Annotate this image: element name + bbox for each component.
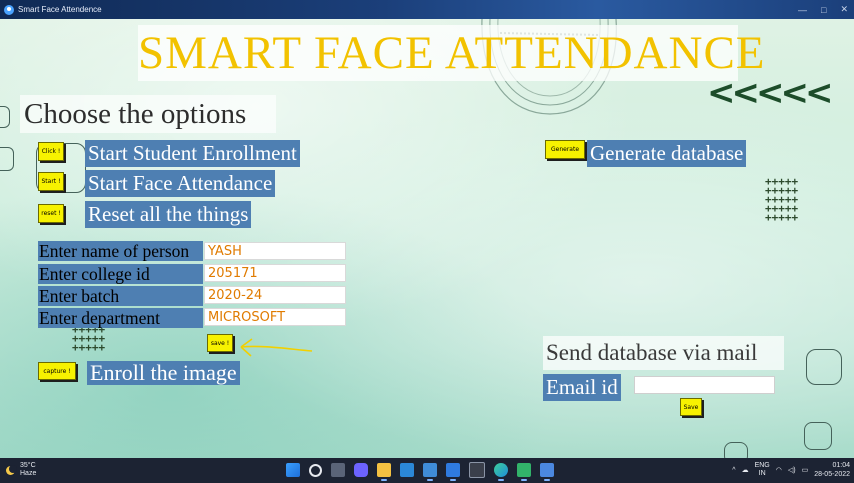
deco-box bbox=[0, 106, 10, 128]
department-input[interactable]: MICROSOFT bbox=[204, 308, 346, 326]
app-icon[interactable] bbox=[540, 463, 554, 481]
email-id-label: Email id bbox=[543, 374, 621, 401]
chevrons-decoration: <<<<< bbox=[707, 73, 833, 113]
deco-box bbox=[804, 422, 832, 450]
calendar-icon[interactable] bbox=[400, 463, 414, 477]
college-id-field-label: Enter college id bbox=[38, 264, 203, 284]
click-button[interactable]: Click ! bbox=[38, 142, 64, 161]
maximize-button[interactable]: □ bbox=[821, 5, 826, 15]
region-code: IN bbox=[758, 470, 766, 477]
yellow-arrow-annotation bbox=[240, 338, 313, 357]
weather-temp: 35°C bbox=[20, 462, 36, 469]
cloud-icon: ☁ bbox=[741, 467, 749, 474]
battery-icon[interactable]: ▭ bbox=[802, 466, 809, 474]
file-explorer-icon[interactable] bbox=[377, 463, 391, 481]
batch-field-label: Enter batch bbox=[38, 286, 203, 306]
start-attendance-label: Start Face Attendance bbox=[85, 170, 276, 197]
generate-button[interactable]: Generate bbox=[545, 140, 585, 159]
minimize-button[interactable]: — bbox=[798, 5, 807, 15]
app-title: SMART FACE ATTENDANCE bbox=[138, 25, 766, 81]
chevron-up-icon[interactable]: ^ bbox=[732, 467, 735, 474]
reset-button[interactable]: reset ! bbox=[38, 204, 64, 223]
clock[interactable]: 01:04 28-05-2022 bbox=[814, 461, 850, 479]
options-heading: Choose the options bbox=[20, 95, 276, 133]
department-field-label: Enter department bbox=[38, 308, 203, 328]
chat-icon[interactable] bbox=[354, 463, 368, 477]
send-mail-heading: Send database via mail bbox=[543, 336, 784, 370]
wifi-icon[interactable]: ◠ bbox=[776, 466, 782, 474]
generate-database-label: Generate database bbox=[587, 140, 747, 167]
taskbar: 35°C Haze ^ ☁ ENG IN ◠ ◁) ▭ 01:04 28-05-… bbox=[0, 458, 854, 483]
clock-time: 01:04 bbox=[832, 462, 850, 469]
reset-label: Reset all the things bbox=[85, 201, 252, 228]
deco-box bbox=[0, 147, 14, 171]
app-icon bbox=[4, 4, 14, 15]
save-form-button[interactable]: save ! bbox=[207, 334, 233, 352]
save-mail-button[interactable]: Save bbox=[680, 398, 702, 416]
window-title: Smart Face Attendence bbox=[18, 5, 102, 14]
clock-date: 28-05-2022 bbox=[814, 471, 850, 478]
college-id-input[interactable]: 205171 bbox=[204, 264, 346, 282]
plus-pattern-decoration: +++++ +++++ +++++ +++++ +++++ bbox=[765, 175, 799, 224]
name-input[interactable]: YASH bbox=[204, 242, 346, 260]
deco-box bbox=[724, 442, 748, 458]
vscode-icon[interactable] bbox=[446, 463, 460, 481]
email-input[interactable] bbox=[634, 376, 775, 394]
weather-condition: Haze bbox=[20, 470, 37, 477]
volume-icon[interactable]: ◁) bbox=[788, 466, 796, 474]
weather-widget[interactable]: 35°C Haze bbox=[6, 462, 36, 478]
search-icon[interactable] bbox=[309, 463, 322, 477]
deco-box bbox=[806, 349, 842, 385]
paint-icon[interactable] bbox=[517, 463, 531, 481]
capture-button[interactable]: capture ! bbox=[38, 362, 76, 380]
window-controls: — □ ✕ bbox=[798, 0, 848, 19]
enroll-image-label: Enroll the image bbox=[87, 361, 240, 385]
taskbar-apps bbox=[286, 462, 554, 481]
windows-start-icon[interactable] bbox=[286, 463, 300, 477]
start-button[interactable]: Start ! bbox=[38, 172, 64, 191]
moon-icon bbox=[6, 464, 17, 475]
start-enrollment-label: Start Student Enrollment bbox=[85, 140, 300, 167]
plus-pattern-decoration: +++++ +++++ +++++ bbox=[72, 323, 106, 354]
window-title-bar: Smart Face Attendence — □ ✕ bbox=[0, 0, 854, 19]
task-view-icon[interactable] bbox=[331, 463, 345, 477]
close-button[interactable]: ✕ bbox=[840, 4, 848, 15]
system-tray: ^ ☁ ENG IN ◠ ◁) ▭ 01:04 28-05-2022 bbox=[732, 461, 850, 479]
app-canvas: SMART FACE ATTENDANCE <<<<< Choose the o… bbox=[0, 19, 854, 458]
language-indicator[interactable]: ENG IN bbox=[755, 462, 770, 478]
language-code: ENG bbox=[754, 462, 770, 469]
edge-icon[interactable] bbox=[494, 463, 508, 481]
terminal-icon[interactable] bbox=[469, 462, 485, 478]
batch-input[interactable]: 2020-24 bbox=[204, 286, 346, 304]
store-icon[interactable] bbox=[423, 463, 437, 481]
name-field-label: Enter name of person bbox=[38, 241, 203, 261]
